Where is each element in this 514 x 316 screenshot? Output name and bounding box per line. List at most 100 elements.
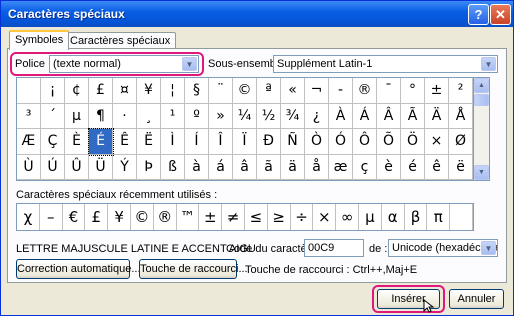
symbol-cell[interactable]: Ø [449,129,473,155]
recent-symbol-cell[interactable]: € [63,204,86,230]
symbol-cell[interactable]: ´ [41,103,65,129]
symbol-cell[interactable]: Ê [113,129,137,155]
recent-symbol-cell[interactable]: ® [154,204,177,230]
symbol-cell[interactable]: ® [353,78,377,104]
symbol-cell[interactable]: ª [257,78,281,104]
symbol-cell[interactable]: · [113,103,137,129]
symbol-cell[interactable]: ¡ [41,78,65,104]
recent-symbol-cell[interactable]: × [313,204,337,230]
symbol-cell[interactable]: « [281,78,305,104]
symbol-cell[interactable]: É [88,128,114,156]
symbol-cell[interactable]: ã [257,154,281,180]
from-select[interactable]: Unicode (hexadécimal) ▼ [388,239,498,257]
symbol-cell[interactable]: £ [89,78,113,104]
symbol-cell[interactable]: × [425,129,449,155]
symbol-cell[interactable]: Û [65,154,89,180]
symbol-cell[interactable]: § [185,78,209,104]
symbol-cell[interactable]: Ö [401,129,425,155]
symbol-cell[interactable]: Ý [113,154,137,180]
symbol-cell[interactable]: Ï [233,129,257,155]
symbol-cell[interactable]: Ò [305,129,329,155]
symbol-cell[interactable]: ¤ [113,78,137,104]
symbol-cell[interactable]: å [305,154,329,180]
close-button[interactable]: ✕ [490,4,511,25]
tab-symbols[interactable]: Symboles [9,30,70,50]
symbol-cell[interactable]: Î [209,129,233,155]
scroll-down-icon[interactable]: ▼ [474,165,489,180]
recent-symbol-cell[interactable]: α [382,204,405,230]
symbol-cell[interactable]: ¥ [137,78,161,104]
recent-symbol-cell[interactable]: £ [85,204,109,230]
symbol-cell[interactable]: ¶ [89,103,113,129]
chevron-down-icon[interactable]: ▼ [182,57,197,71]
symbol-cell[interactable]: Ë [137,129,161,155]
symbol-cell[interactable]: © [233,78,257,104]
symbol-cell[interactable]: é [401,154,425,180]
symbol-cell[interactable]: Ü [89,154,113,180]
help-button[interactable]: ? [468,4,489,25]
symbol-cell[interactable]: Â [377,103,401,129]
symbol-cell[interactable]: æ [329,154,353,180]
recent-symbol-cell[interactable]: – [40,204,63,230]
symbol-cell[interactable]: ± [425,78,449,104]
symbol-cell[interactable]: Ù [17,154,41,180]
symbol-cell[interactable]: º [185,103,209,129]
symbol-cell[interactable]: µ [65,103,89,129]
symbol-cell[interactable]: ä [281,154,305,180]
symbol-cell[interactable]: ½ [257,103,281,129]
symbol-cell[interactable]: Å [449,103,473,129]
symbol-cell[interactable]: ¾ [281,103,305,129]
symbol-cell[interactable]: ¨ [209,78,233,104]
symbol-cell[interactable]: è [377,154,401,180]
symbol-cell[interactable]: ¬ [305,78,329,104]
shortcut-key-button[interactable]: Touche de raccourci... [139,259,248,279]
scrollbar-thumb[interactable] [474,94,489,106]
symbol-cell[interactable]: Þ [137,154,161,180]
subset-select[interactable]: Supplément Latin-1 ▼ [273,55,498,73]
symbol-cell[interactable]: - [329,78,353,104]
symbol-cell[interactable]: Ä [425,103,449,129]
recent-symbol-cell[interactable]: ≤ [245,204,268,230]
symbol-cell[interactable]: » [209,103,233,129]
symbol-cell[interactable]: Æ [17,129,41,155]
symbol-cell[interactable]: Á [353,103,377,129]
recent-symbol-cell[interactable]: π [427,204,451,230]
symbol-cell[interactable]: È [65,129,89,155]
recent-symbol-cell[interactable]: χ [17,204,40,230]
symbol-cell[interactable]: ¼ [233,103,257,129]
symbol-cell[interactable]: á [209,154,233,180]
char-code-input[interactable]: 00C9 [304,239,364,257]
font-select[interactable]: (texte normal) ▼ [49,55,199,73]
symbol-cell[interactable]: Ì [161,129,185,155]
symbol-cell[interactable]: Ñ [281,129,305,155]
symbol-cell[interactable]: Ç [41,129,65,155]
symbol-cell[interactable]: Ó [329,129,353,155]
cancel-button[interactable]: Annuler [449,289,504,309]
symbol-cell[interactable]: Đ [257,129,281,155]
symbol-cell[interactable]: à [185,154,209,180]
autocorrect-button[interactable]: Correction automatique... [16,259,141,279]
scroll-up-icon[interactable]: ▲ [474,78,489,93]
symbol-cell[interactable]: ¿ [305,103,329,129]
tab-special-characters[interactable]: Caractères spéciaux [64,32,177,49]
chevron-down-icon[interactable]: ▼ [481,57,496,71]
symbol-cell[interactable]: ë [449,154,473,180]
title-bar[interactable]: Caractères spéciaux ? ✕ [1,1,513,27]
recent-symbol-cell[interactable]: β [405,204,428,230]
symbol-cell[interactable]: À [329,103,353,129]
symbol-cell[interactable]: ç [353,154,377,180]
symbol-cell[interactable]: ¹ [161,103,185,129]
symbol-cell[interactable]: ² [449,78,473,104]
recent-symbol-cell[interactable]: ™ [177,204,200,230]
recent-symbol-cell[interactable]: © [131,204,154,230]
recent-symbol-cell[interactable]: µ [359,204,382,230]
symbol-cell[interactable]: ° [401,78,425,104]
symbol-cell[interactable]: ³ [17,103,41,129]
symbol-cell[interactable] [17,78,41,104]
recent-symbol-cell[interactable]: ± [199,204,223,230]
recent-symbol-cell[interactable]: ≥ [268,204,291,230]
symbol-cell[interactable]: ¦ [161,78,185,104]
symbol-cell[interactable]: ¸ [137,103,161,129]
recent-symbol-cell[interactable]: ∞ [336,204,359,230]
symbol-cell[interactable]: â [233,154,257,180]
